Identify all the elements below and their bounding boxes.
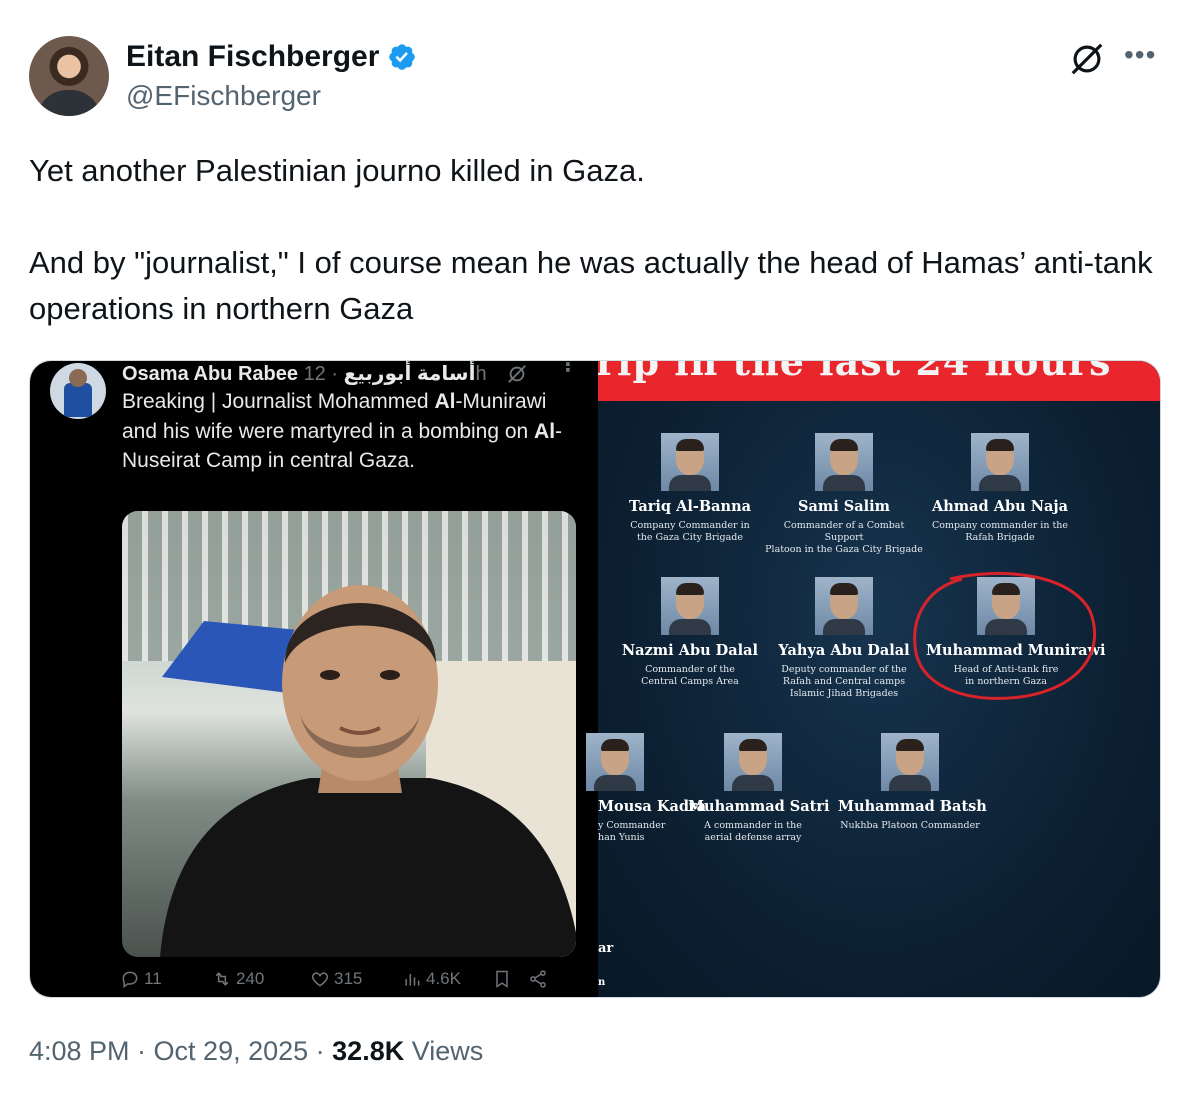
portrait-photo	[661, 577, 719, 635]
profile-card: Tariq Al-Banna Company Commander in the …	[620, 433, 760, 544]
author-handle[interactable]: @EFischberger	[126, 80, 321, 112]
like-action: 315	[310, 969, 402, 989]
tweet-timestamp-views[interactable]: 4:08 PM · Oct 29, 2025 · 32.8K Views	[29, 1036, 483, 1067]
author-name[interactable]: Eitan Fischberger	[126, 40, 379, 74]
cropped-text: n	[598, 977, 606, 988]
embedded-author-arabic-name: أسامة أبوربيع	[343, 363, 476, 385]
embedded-grok-icon	[508, 365, 526, 383]
embedded-author-avatar	[50, 363, 106, 419]
red-highlight-circle	[913, 571, 1096, 700]
tweet-media[interactable]: Osama Abu Rabee أسامة أبوربيع · 12h ⋮ Br…	[29, 360, 1161, 998]
profile-card: Ahmad Abu Naja Company commander in the …	[930, 433, 1070, 544]
tweet-text: Yet another Palestinian journo killed in…	[29, 153, 1153, 326]
tweet-timestamp[interactable]: 4:08 PM · Oct 29, 2025 ·	[29, 1036, 332, 1066]
views-count: 32.8K	[332, 1036, 405, 1066]
repost-icon	[215, 972, 229, 986]
embedded-more-icon: ⋮	[558, 360, 578, 376]
author-avatar[interactable]	[29, 36, 109, 116]
infographic-banner: rip in the last 24 hours	[598, 361, 1160, 401]
bar-chart-icon	[405, 974, 420, 986]
views-label: Views	[404, 1036, 484, 1066]
embedded-author-name: Osama Abu Rabee	[122, 363, 298, 385]
verified-badge-icon	[389, 44, 416, 70]
profile-card: Yahya Abu Dalal Deputy commander of the …	[774, 577, 914, 700]
portrait-photo	[971, 433, 1029, 491]
reply-icon	[122, 971, 138, 988]
embedded-post-header: Osama Abu Rabee أسامة أبوربيع · 12h	[122, 361, 487, 386]
profile-card: Sami Salim Commander of a Combat Support…	[764, 433, 924, 556]
grok-icon[interactable]	[1068, 40, 1106, 78]
profile-card: Nazmi Abu Dalal Commander of the Central…	[620, 577, 760, 688]
portrait-photo	[881, 733, 939, 791]
heart-icon	[311, 972, 329, 987]
infographic-image: rip in the last 24 hours Tariq Al-Banna …	[586, 361, 1160, 997]
author-name-row[interactable]: Eitan Fischberger	[126, 40, 417, 74]
reply-action: 11	[120, 969, 212, 989]
embedded-post-text: Breaking | Journalist Mohammed Al-Munira…	[122, 390, 563, 472]
portrait-photo	[815, 577, 873, 635]
embedded-post-actions: 11 240 315 4.6K	[120, 969, 580, 989]
portrait-photo	[661, 433, 719, 491]
views-action: 4.6K	[402, 969, 492, 989]
repost-action: 240	[212, 969, 310, 989]
bookmark-icon	[496, 970, 508, 988]
man-selfie-image	[160, 585, 576, 957]
profile-card: Muhammad Satri A commander in the aerial…	[688, 733, 830, 844]
embedded-post-screenshot: Osama Abu Rabee أسامة أبوربيع · 12h ⋮ Br…	[30, 361, 598, 997]
portrait-photo	[815, 433, 873, 491]
portrait-photo	[724, 733, 782, 791]
cropped-text: ar	[598, 941, 614, 956]
profile-card: Muhammad Batsh Nukhba Platoon Commander	[838, 733, 987, 832]
more-options-icon[interactable]: •••	[1124, 41, 1156, 69]
profile-card: Mousa Kadra y Commander han Yunis	[564, 733, 706, 844]
embedded-post-photo	[122, 511, 576, 957]
share-icon	[530, 970, 546, 988]
portrait-photo	[586, 733, 644, 791]
